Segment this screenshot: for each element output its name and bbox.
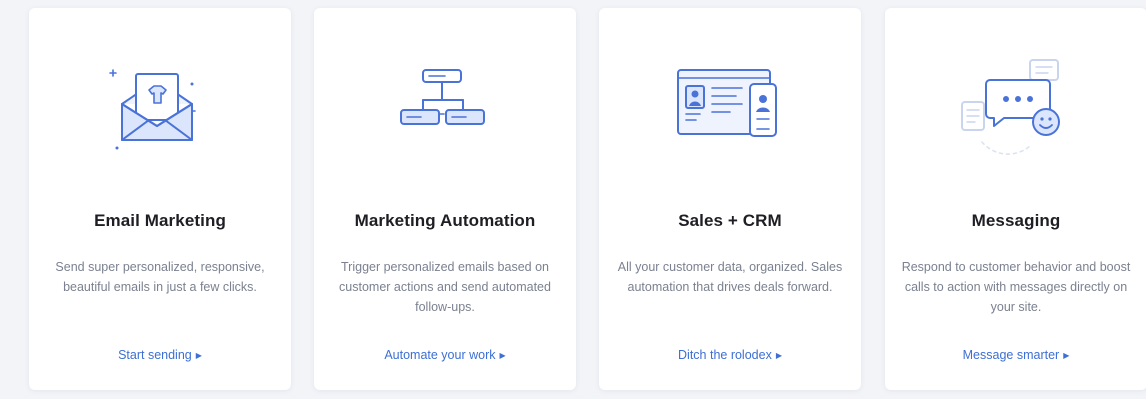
caret-right-icon: ▶ xyxy=(195,351,202,360)
card-title: Messaging xyxy=(971,211,1061,230)
card-description: Trigger personalized emails based on cus… xyxy=(339,260,551,314)
message-smarter-link[interactable]: Message smarter ▶ xyxy=(885,348,1146,362)
contact-card-phone-icon xyxy=(599,56,861,176)
cta-label[interactable]: Message smarter xyxy=(963,348,1060,362)
feature-card-email-marketing: Email Marketing Send super personalized,… xyxy=(29,8,291,390)
chat-bubbles-icon xyxy=(885,56,1146,176)
card-title: Marketing Automation xyxy=(354,211,536,230)
cta-label[interactable]: Automate your work xyxy=(384,348,495,362)
feature-card-marketing-automation: Marketing Automation Trigger personalize… xyxy=(314,8,576,390)
card-description: Respond to customer behavior and boost c… xyxy=(901,260,1131,314)
features-row: Email Marketing Send super personalized,… xyxy=(0,0,1146,399)
caret-right-icon: ▶ xyxy=(775,351,782,360)
feature-card-sales-crm: Sales + CRM All your customer data, orga… xyxy=(599,8,861,390)
feature-card-messaging: Messaging Respond to customer behavior a… xyxy=(885,8,1146,390)
cta-label[interactable]: Start sending xyxy=(118,348,192,362)
start-sending-link[interactable]: Start sending ▶ xyxy=(29,348,291,362)
card-title: Sales + CRM xyxy=(678,211,782,230)
flowchart-icon xyxy=(314,56,576,176)
caret-right-icon: ▶ xyxy=(1063,351,1070,360)
envelope-shirt-icon xyxy=(29,56,291,176)
card-description: Send super personalized, responsive, bea… xyxy=(55,260,265,294)
automate-your-work-link[interactable]: Automate your work ▶ xyxy=(314,348,576,362)
card-description: All your customer data, organized. Sales… xyxy=(617,260,843,294)
card-title: Email Marketing xyxy=(94,211,226,230)
ditch-the-rolodex-link[interactable]: Ditch the rolodex ▶ xyxy=(599,348,861,362)
cta-label[interactable]: Ditch the rolodex xyxy=(678,348,772,362)
caret-right-icon: ▶ xyxy=(499,351,506,360)
